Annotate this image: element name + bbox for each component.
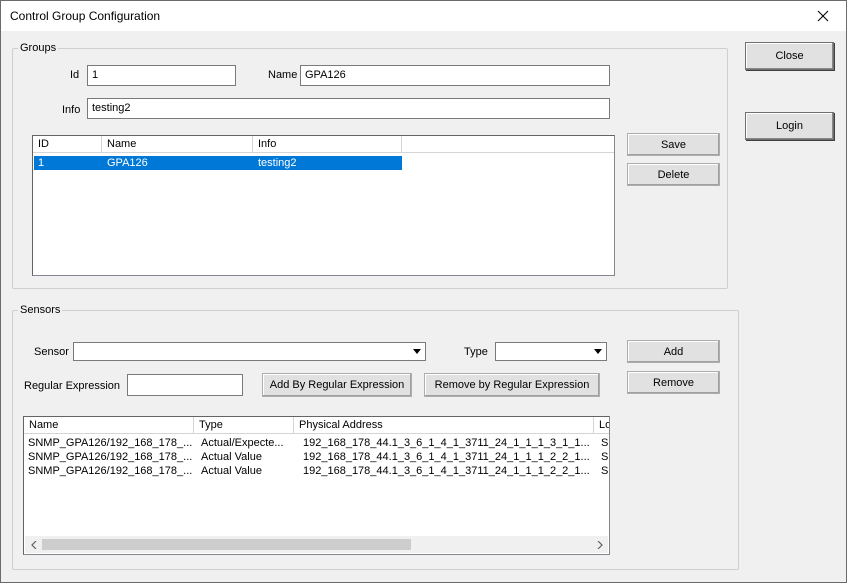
cell-lo: SN: [601, 437, 609, 449]
scroll-right-icon[interactable]: [591, 536, 608, 553]
regex-input[interactable]: [127, 374, 243, 396]
column-header-name[interactable]: Name: [24, 417, 194, 434]
id-label: Id: [70, 69, 80, 81]
name-field[interactable]: GPA126: [300, 65, 610, 86]
column-header-id[interactable]: ID: [33, 136, 102, 153]
regex-label: Regular Expression: [24, 380, 120, 392]
login-button[interactable]: Login: [745, 112, 834, 140]
column-header-physical-address[interactable]: Physical Address: [294, 417, 594, 434]
table-row[interactable]: 1 GPA126 testing2: [33, 155, 403, 171]
cell-physical-address: 192_168_178_44.1_3_6_1_4_1_3711_24_1_1_1…: [303, 465, 590, 477]
cell-physical-address: 192_168_178_44.1_3_6_1_4_1_3711_24_1_1_1…: [303, 437, 590, 449]
info-field[interactable]: testing2: [87, 98, 610, 119]
groups-list-header: ID Name Info: [33, 136, 614, 153]
column-header-filler: [402, 136, 614, 153]
table-row[interactable]: SNMP_GPA126/192_168_178_... Actual/Expec…: [25, 436, 609, 450]
cell-type: Actual/Expecte...: [201, 437, 284, 449]
close-icon: [817, 10, 829, 22]
type-label: Type: [464, 346, 488, 358]
cell-physical-address: 192_168_178_44.1_3_6_1_4_1_3711_24_1_1_1…: [303, 451, 590, 463]
table-row[interactable]: SNMP_GPA126/192_168_178_... Actual Value…: [25, 450, 609, 464]
scroll-left-icon[interactable]: [25, 536, 42, 553]
cell-name: SNMP_GPA126/192_168_178_...: [28, 451, 193, 463]
window-title: Control Group Configuration: [10, 9, 161, 23]
info-label: Info: [62, 104, 81, 116]
delete-button[interactable]: Delete: [627, 163, 720, 186]
cell-name: SNMP_GPA126/192_168_178_...: [28, 465, 193, 477]
cell-lo: SN: [601, 465, 609, 477]
cell-id: 1: [38, 157, 45, 169]
sensors-list-header: Name Type Physical Address Lo: [24, 417, 609, 434]
column-header-info[interactable]: Info: [253, 136, 402, 153]
save-button[interactable]: Save: [627, 133, 720, 156]
chevron-down-icon[interactable]: [590, 344, 605, 359]
close-button[interactable]: Close: [745, 42, 834, 70]
title-bar: Control Group Configuration: [1, 1, 846, 31]
column-header-name[interactable]: Name: [102, 136, 253, 153]
cell-type: Actual Value: [201, 465, 262, 477]
groups-groupbox-label: Groups: [18, 42, 59, 54]
table-row[interactable]: SNMP_GPA126/192_168_178_... Actual Value…: [25, 464, 609, 478]
cell-info: testing2: [258, 157, 297, 169]
name-label: Name: [268, 69, 298, 81]
cell-name: GPA126: [107, 157, 148, 169]
scrollbar-thumb[interactable]: [42, 539, 411, 550]
window-close-button[interactable]: [800, 1, 846, 31]
cell-type: Actual Value: [201, 451, 262, 463]
sensors-groupbox-label: Sensors: [18, 304, 63, 316]
id-field[interactable]: 1: [87, 65, 236, 86]
cell-lo: SN: [601, 451, 609, 463]
add-by-regex-button[interactable]: Add By Regular Expression: [262, 373, 412, 397]
remove-button[interactable]: Remove: [627, 371, 720, 394]
column-header-lo[interactable]: Lo: [594, 417, 609, 434]
cell-name: SNMP_GPA126/192_168_178_...: [28, 437, 193, 449]
column-header-type[interactable]: Type: [194, 417, 294, 434]
add-button[interactable]: Add: [627, 340, 720, 363]
groups-list[interactable]: ID Name Info 1 GPA126 testing2: [32, 135, 615, 276]
chevron-down-icon[interactable]: [409, 344, 424, 359]
horizontal-scrollbar[interactable]: [25, 536, 608, 553]
type-dropdown[interactable]: [495, 342, 607, 361]
sensor-dropdown[interactable]: [73, 342, 426, 361]
sensor-label: Sensor: [34, 346, 69, 358]
sensors-list[interactable]: Name Type Physical Address Lo SNMP_GPA12…: [23, 416, 610, 555]
remove-by-regex-button[interactable]: Remove by Regular Expression: [424, 373, 600, 397]
